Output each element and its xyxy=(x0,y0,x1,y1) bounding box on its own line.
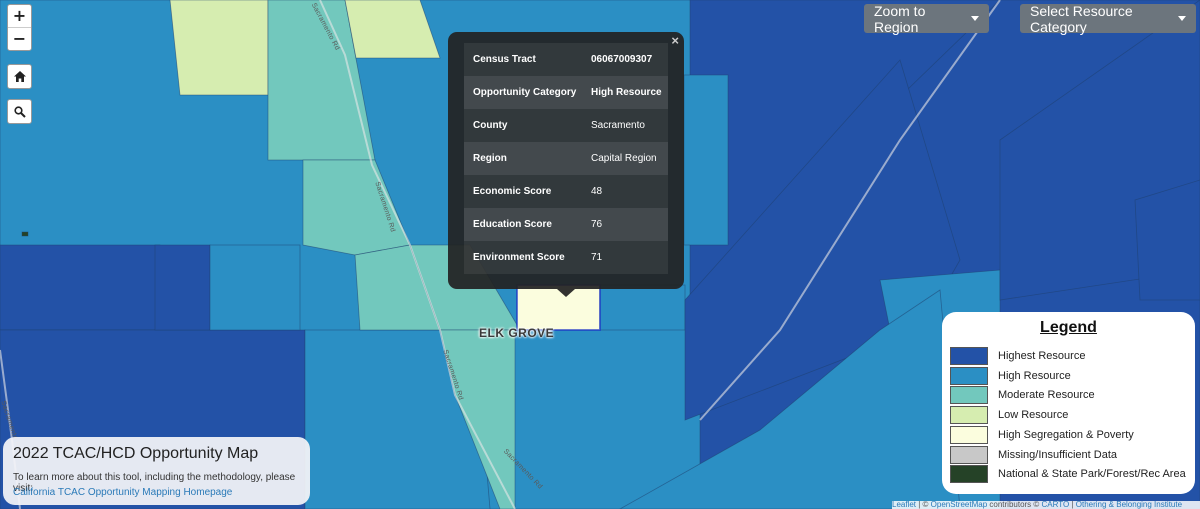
census-tract[interactable] xyxy=(154,244,211,331)
popup-row-value: 76 xyxy=(582,208,668,241)
resource-category-label: Select Resource Category xyxy=(1030,2,1133,35)
home-icon xyxy=(13,71,26,82)
close-icon[interactable]: × xyxy=(671,33,679,48)
popup-row: Environment Score 71 xyxy=(464,241,668,274)
popup-row-value: High Resource xyxy=(582,76,668,109)
legend-label: National & State Park/Forest/Rec Area xyxy=(998,468,1186,481)
popup-row: Opportunity Category High Resource xyxy=(464,76,668,109)
homepage-link[interactable]: California TCAC Opportunity Mapping Home… xyxy=(13,487,232,498)
legend-label: Missing/Insufficient Data xyxy=(998,448,1118,461)
legend-swatch xyxy=(950,386,988,405)
map-attribution: Leaflet | © OpenStreetMap contributors ©… xyxy=(892,501,1200,509)
legend-label: High Resource xyxy=(998,369,1071,382)
zoom-to-region-label: Zoom to Region xyxy=(874,2,926,35)
popup-row-value: 06067009307 xyxy=(582,43,668,76)
popup-row: County Sacramento xyxy=(464,109,668,142)
legend-label: Moderate Resource xyxy=(998,389,1095,402)
zoom-out-button[interactable]: − xyxy=(8,28,31,50)
park-area[interactable] xyxy=(21,231,29,237)
census-tract[interactable] xyxy=(599,284,686,331)
popup-row-value: Sacramento xyxy=(582,109,668,142)
popup-row-label: County xyxy=(464,109,582,142)
zoom-in-button[interactable]: + xyxy=(8,5,31,28)
legend-label: High Segregation & Poverty xyxy=(998,428,1134,441)
popup-row-value: 71 xyxy=(582,241,668,274)
census-tract[interactable] xyxy=(683,74,729,246)
tract-popup: × Census Tract 06067009307 Opportunity Cat… xyxy=(448,32,684,297)
attribution-text: contributors © xyxy=(987,501,1042,509)
popup-row-value: 48 xyxy=(582,175,668,208)
leaflet-link[interactable]: Leaflet xyxy=(892,501,916,509)
legend-swatch xyxy=(950,445,988,464)
legend-item: High Resource xyxy=(950,366,1190,386)
census-tract[interactable] xyxy=(209,244,301,331)
zoom-control: + − xyxy=(7,4,32,51)
osm-link[interactable]: OpenStreetMap xyxy=(931,501,987,509)
legend-swatch xyxy=(950,425,988,444)
legend-item: High Segregation & Poverty xyxy=(950,425,1190,445)
popup-row: Education Score 76 xyxy=(464,208,668,241)
search-icon xyxy=(13,105,26,118)
legend-swatch xyxy=(950,347,988,365)
popup-tip xyxy=(557,289,575,297)
popup-row-label: Opportunity Category xyxy=(464,76,582,109)
info-box: 2022 TCAC/HCD Opportunity Map To learn m… xyxy=(3,437,310,505)
legend-swatch xyxy=(950,406,988,425)
popup-row-label: Census Tract xyxy=(464,43,582,76)
popup-row: Economic Score 48 xyxy=(464,175,668,208)
legend-swatch xyxy=(950,465,988,484)
popup-row: Region Capital Region xyxy=(464,142,668,175)
legend-item: Low Resource xyxy=(950,406,1190,425)
legend-swatch xyxy=(950,366,988,385)
legend-label: Low Resource xyxy=(998,409,1069,422)
home-button[interactable] xyxy=(7,64,32,89)
popup-row: Census Tract 06067009307 xyxy=(464,43,668,76)
map-title: 2022 TCAC/HCD Opportunity Map xyxy=(13,445,259,462)
city-label: ELK GROVE xyxy=(479,326,555,340)
caret-down-icon xyxy=(971,16,979,21)
legend-label: Highest Resource xyxy=(998,350,1086,362)
carto-link[interactable]: CARTO xyxy=(1042,501,1070,509)
othering-link[interactable]: Othering & Belonging Institute xyxy=(1076,501,1182,509)
census-tract[interactable] xyxy=(1134,179,1200,301)
legend-title: Legend xyxy=(1040,319,1097,336)
census-tract[interactable] xyxy=(169,0,269,96)
caret-down-icon xyxy=(1178,16,1186,21)
legend-item: Highest Resource xyxy=(950,347,1190,366)
legend: Legend Highest Resource High Resource Mode… xyxy=(942,312,1195,494)
popup-row-value: Capital Region xyxy=(582,142,668,175)
attribution-text: | © xyxy=(916,501,931,509)
popup-row-label: Region xyxy=(464,142,582,175)
popup-row-label: Economic Score xyxy=(464,175,582,208)
legend-item: National & State Park/Forest/Rec Area xyxy=(950,465,1190,484)
popup-row-label: Environment Score xyxy=(464,241,582,274)
search-button[interactable] xyxy=(7,99,32,124)
legend-item: Missing/Insufficient Data xyxy=(950,445,1190,465)
census-tract[interactable] xyxy=(0,244,161,331)
select-resource-category-dropdown[interactable]: Select Resource Category xyxy=(1020,2,1196,35)
popup-row-label: Education Score xyxy=(464,208,582,241)
legend-item: Moderate Resource xyxy=(950,386,1190,405)
tract-info-table: Census Tract 06067009307 Opportunity Categ… xyxy=(464,43,668,274)
zoom-to-region-dropdown[interactable]: Zoom to Region xyxy=(864,2,989,35)
